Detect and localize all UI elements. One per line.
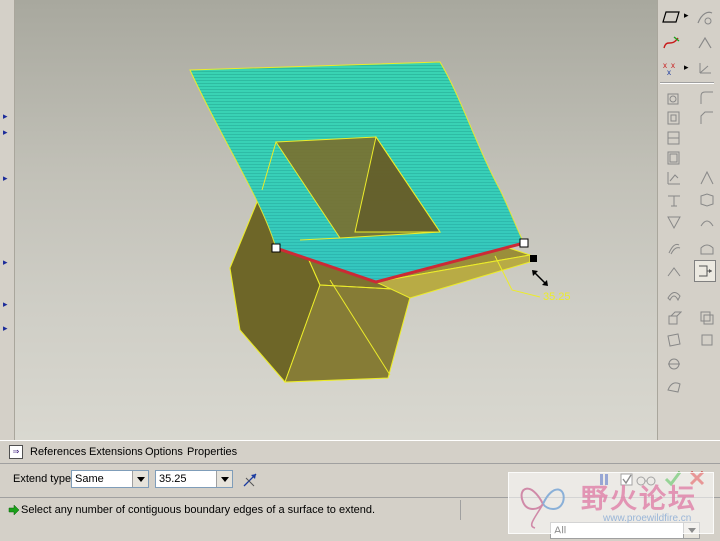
surface-icon[interactable] <box>696 212 718 232</box>
dimension-value[interactable]: 35.25 <box>543 291 571 303</box>
pattern-icon[interactable] <box>663 190 685 210</box>
expand-arrow-icon[interactable]: ▸ <box>3 128 8 137</box>
offset-icon[interactable] <box>663 238 685 258</box>
rib-icon[interactable] <box>663 128 685 148</box>
tab-properties[interactable]: Properties <box>187 446 237 458</box>
hole-icon[interactable] <box>663 88 685 108</box>
extend-icon[interactable] <box>694 260 716 282</box>
status-message: Select any number of contiguous boundary… <box>21 504 376 516</box>
round-icon[interactable] <box>696 88 718 108</box>
watermark-chinese-text: 野火论坛 <box>581 484 697 515</box>
solidify-icon[interactable] <box>663 308 685 328</box>
left-splitter-strip[interactable]: ▸ ▸ ▸ ▸ ▸ ▸ <box>0 0 15 440</box>
flyout-arrow-icon[interactable]: ▸ <box>684 62 689 73</box>
distance-input[interactable]: 35.25 <box>155 470 233 488</box>
graphics-viewport[interactable]: 35.25 <box>15 0 657 440</box>
datum-graph-icon[interactable] <box>663 168 685 188</box>
shell-icon[interactable] <box>663 108 685 128</box>
mirror-icon[interactable] <box>696 190 718 210</box>
svg-text:x: x <box>667 68 671 76</box>
edge-endpoint-handle[interactable] <box>271 243 281 253</box>
chevron-down-icon[interactable] <box>132 471 148 487</box>
svg-text:x: x <box>671 61 675 70</box>
datum-plane-icon[interactable] <box>660 7 682 27</box>
prompt-arrow-icon <box>8 504 20 516</box>
tab-options[interactable]: Options <box>145 446 183 458</box>
expand-arrow-icon[interactable]: ▸ <box>3 174 8 183</box>
toolbar-separator <box>660 82 714 84</box>
coordinate-system-icon[interactable] <box>694 58 716 78</box>
sweep-icon[interactable] <box>663 354 685 374</box>
resize-cursor-icon <box>532 270 548 286</box>
expand-arrow-icon[interactable]: ▸ <box>3 324 8 333</box>
fill-surface-icon[interactable] <box>696 238 718 258</box>
forum-watermark: 野火论坛 www.proewildfire.cn <box>508 472 714 534</box>
expand-arrow-icon[interactable]: ▸ <box>3 258 8 267</box>
watermark-url: www.proewildfire.cn <box>603 513 692 524</box>
model-render: 35.25 <box>189 61 571 383</box>
draft-icon[interactable] <box>663 148 685 168</box>
blend-icon[interactable] <box>663 376 685 396</box>
analysis-icon[interactable] <box>696 168 718 188</box>
copy-icon[interactable] <box>696 308 718 328</box>
extend-type-value: Same <box>75 473 104 485</box>
chamfer-icon[interactable] <box>696 108 718 128</box>
thicken-icon[interactable] <box>663 284 685 304</box>
distance-value: 35.25 <box>159 473 187 485</box>
edge-endpoint-handle[interactable] <box>519 238 529 248</box>
extend-type-label: Extend type <box>13 473 72 485</box>
status-divider <box>460 500 461 520</box>
datum-curve-icon[interactable] <box>660 33 682 53</box>
butterfly-logo-icon <box>520 487 565 529</box>
flip-direction-icon[interactable] <box>240 470 260 490</box>
chevron-down-icon[interactable] <box>216 471 232 487</box>
move-icon[interactable] <box>696 330 718 350</box>
merge-icon[interactable] <box>663 212 685 232</box>
tab-references[interactable]: References <box>30 446 86 458</box>
expand-arrow-icon[interactable]: ▸ <box>3 112 8 121</box>
trim-icon[interactable] <box>663 262 685 282</box>
axis-icon[interactable] <box>694 33 716 53</box>
tab-extensions[interactable]: Extensions <box>89 446 143 458</box>
drag-handle[interactable] <box>530 255 537 262</box>
toggle-panel-icon[interactable]: ⇒ <box>9 445 23 459</box>
sketch-icon[interactable] <box>694 7 716 27</box>
expand-arrow-icon[interactable]: ▸ <box>3 300 8 309</box>
datum-point-icon[interactable]: xxx <box>660 58 682 78</box>
flyout-arrow-icon[interactable]: ▸ <box>684 10 689 21</box>
extend-type-select[interactable]: Same <box>71 470 149 488</box>
warp-icon[interactable] <box>663 330 685 350</box>
dashboard-tabs: ⇒ References Extensions Options Properti… <box>0 441 720 463</box>
